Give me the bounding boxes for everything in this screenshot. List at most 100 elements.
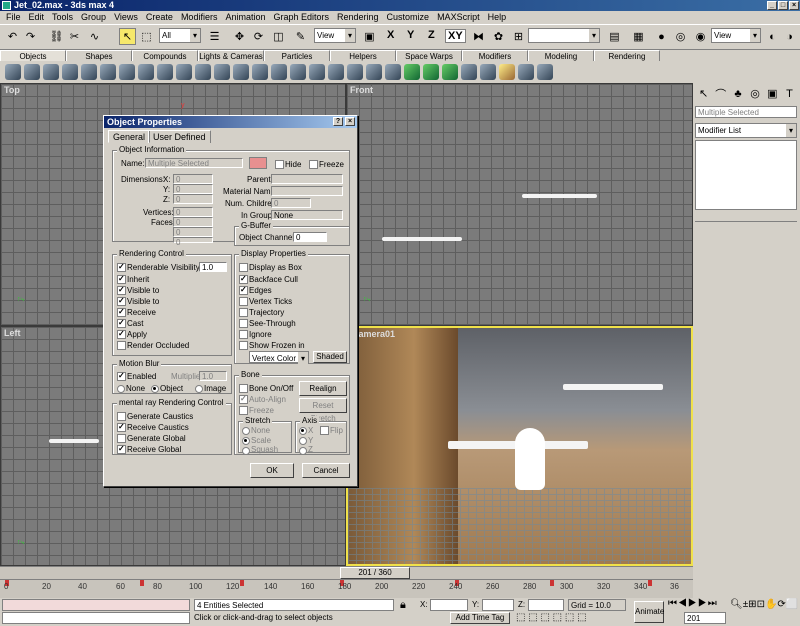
blur-none-radio[interactable]: None (117, 384, 145, 393)
viewport-front[interactable]: Front ↑⤷ (346, 83, 693, 326)
create-tab-icon[interactable]: ↖ (696, 85, 711, 102)
receive-caustics-checkbox[interactable]: Receive Caustics (117, 422, 189, 432)
show-frozen-in-gray-checkbox[interactable]: Show Frozen in (239, 341, 305, 350)
menu-tools[interactable]: Tools (48, 11, 77, 24)
material-editor-icon[interactable]: ● (653, 28, 670, 45)
reference-coord-dropdown[interactable]: View (314, 28, 356, 43)
tri-patch-icon[interactable] (423, 64, 439, 80)
keyframe-marker[interactable] (240, 580, 244, 586)
tab-helpers[interactable]: Helpers (330, 50, 396, 61)
flip-checkbox[interactable]: Flip (320, 426, 343, 435)
nurbs-surface-icon[interactable] (442, 64, 458, 80)
receive-global-checkbox[interactable]: Receive Global (117, 444, 181, 454)
connect-icon[interactable] (480, 64, 496, 80)
torus-icon[interactable] (62, 64, 78, 80)
viewport-label-left[interactable]: Left (4, 328, 21, 338)
vertex-color-dropdown[interactable]: Vertex Color (249, 351, 309, 365)
reset-stretch-button[interactable]: Reset Stretch (299, 398, 347, 423)
keyframe-marker[interactable] (550, 580, 554, 586)
prism-icon[interactable] (347, 64, 363, 80)
object-color-swatch[interactable] (249, 157, 267, 169)
keyframe-marker[interactable] (140, 580, 144, 586)
selection-filter-dropdown[interactable]: All (159, 28, 201, 43)
realign-button[interactable]: Realign (299, 381, 347, 396)
tab-modifiers[interactable]: Modifiers (462, 50, 528, 61)
backface-cull-checkbox[interactable]: Backface Cull (239, 274, 298, 284)
bone-freeze-checkbox[interactable]: Freeze (239, 406, 274, 415)
quick-render-icon[interactable]: ◉ (692, 28, 709, 45)
pivot-icon[interactable]: ▣ (361, 28, 378, 45)
add-time-tag-button[interactable]: Add Time Tag (450, 612, 510, 624)
hedra-icon[interactable] (195, 64, 211, 80)
loft-icon[interactable] (518, 64, 534, 80)
bone-axis-y-radio[interactable]: Y (299, 436, 313, 445)
motion-blur-enabled-checkbox[interactable]: Enabled (117, 371, 156, 381)
jet-model[interactable] (522, 194, 597, 198)
plane-icon[interactable] (176, 64, 192, 80)
render-occluded-checkbox[interactable]: Render Occluded (117, 341, 189, 350)
visible-to-reflection-checkbox[interactable]: Visible to (117, 296, 159, 306)
shaded-button[interactable]: Shaded (313, 351, 347, 363)
ok-button[interactable]: OK (250, 463, 294, 478)
hide-checkbox[interactable]: Hide (275, 160, 301, 169)
align-icon[interactable]: ⊞ (510, 28, 527, 45)
menu-file[interactable]: File (2, 11, 25, 24)
name-field[interactable]: Multiple Selected (145, 158, 243, 168)
y-coord-field[interactable] (482, 599, 514, 611)
receive-shadows-checkbox[interactable]: Receive (117, 307, 156, 317)
menu-group[interactable]: Group (77, 11, 110, 24)
axis-x-button[interactable]: X (387, 29, 394, 41)
undo-icon[interactable]: ↶ (4, 28, 21, 45)
tube-icon[interactable] (138, 64, 154, 80)
tab-space-warps[interactable]: Space Warps (396, 50, 462, 61)
modify-tab-icon[interactable]: ⌒ (713, 85, 728, 102)
morph-icon[interactable] (537, 64, 553, 80)
named-selection-dropdown[interactable] (528, 28, 600, 43)
object-channel-spinner[interactable]: 0 (293, 232, 327, 242)
edges-only-checkbox[interactable]: Edges (239, 285, 272, 295)
tab-particles[interactable]: Particles (264, 50, 330, 61)
viewport-camera[interactable]: Camera01 (346, 326, 693, 566)
hierarchy-tab-icon[interactable]: ♣ (730, 85, 745, 102)
keyframe-marker[interactable] (648, 580, 652, 586)
inherit-checkbox[interactable]: Inherit (117, 274, 149, 284)
axis-z-button[interactable]: Z (428, 29, 435, 41)
visible-to-camera-checkbox[interactable]: Visible to (117, 285, 159, 295)
bone-axis-x-radio[interactable]: X (299, 426, 313, 435)
maximize-button[interactable]: □ (778, 1, 788, 10)
modifier-list-dropdown[interactable]: Modifier List (695, 123, 797, 138)
pyramid-icon[interactable] (157, 64, 173, 80)
menu-maxscript[interactable]: MAXScript (433, 11, 484, 24)
menu-animation[interactable]: Animation (221, 11, 269, 24)
bind-spacewarp-icon[interactable]: ∿ (86, 28, 103, 45)
minimize-button[interactable]: _ (767, 1, 777, 10)
spindle-icon[interactable] (252, 64, 268, 80)
select-by-name-icon[interactable]: ☰ (206, 28, 223, 45)
multiplier-spinner[interactable]: 1.0 (199, 371, 227, 381)
capsule-icon[interactable] (366, 64, 382, 80)
cone-icon[interactable] (100, 64, 116, 80)
playback-controls[interactable]: ⏮◀▶▶⏭ (668, 598, 718, 609)
object-name-field[interactable]: Multiple Selected (695, 106, 797, 118)
mirror-icon[interactable]: ⧓ (470, 28, 487, 45)
display-as-box-checkbox[interactable]: Display as Box (239, 263, 302, 272)
select-object-icon[interactable]: ↖ (119, 28, 136, 45)
bone-on-off-checkbox[interactable]: Bone On/Off (239, 384, 293, 393)
generate-global-checkbox[interactable]: Generate Global (117, 434, 186, 443)
jet-model[interactable] (382, 237, 462, 241)
box-icon[interactable] (5, 64, 21, 80)
hose-icon[interactable] (328, 64, 344, 80)
snap-toggle-icons[interactable]: ⬚ ⬚ ⬚ ⬚ ⬚ ⬚ (516, 612, 587, 623)
render-type-dropdown[interactable]: View (711, 28, 761, 43)
axis-xy-button[interactable]: XY (445, 29, 466, 43)
stretch-squash-radio[interactable]: Squash (242, 446, 278, 455)
tab-modeling[interactable]: Modeling (528, 50, 594, 61)
generate-caustics-checkbox[interactable]: Generate Caustics (117, 412, 193, 421)
auto-align-checkbox[interactable]: Auto-Align (239, 394, 286, 404)
redo-icon[interactable]: ↷ (22, 28, 39, 45)
track-view-icon[interactable]: ▤ (606, 28, 623, 45)
teapot-icon[interactable] (81, 64, 97, 80)
menu-create[interactable]: Create (142, 11, 177, 24)
axis-y-button[interactable]: Y (407, 29, 414, 41)
bone-axis-z-radio[interactable]: Z (299, 446, 313, 455)
